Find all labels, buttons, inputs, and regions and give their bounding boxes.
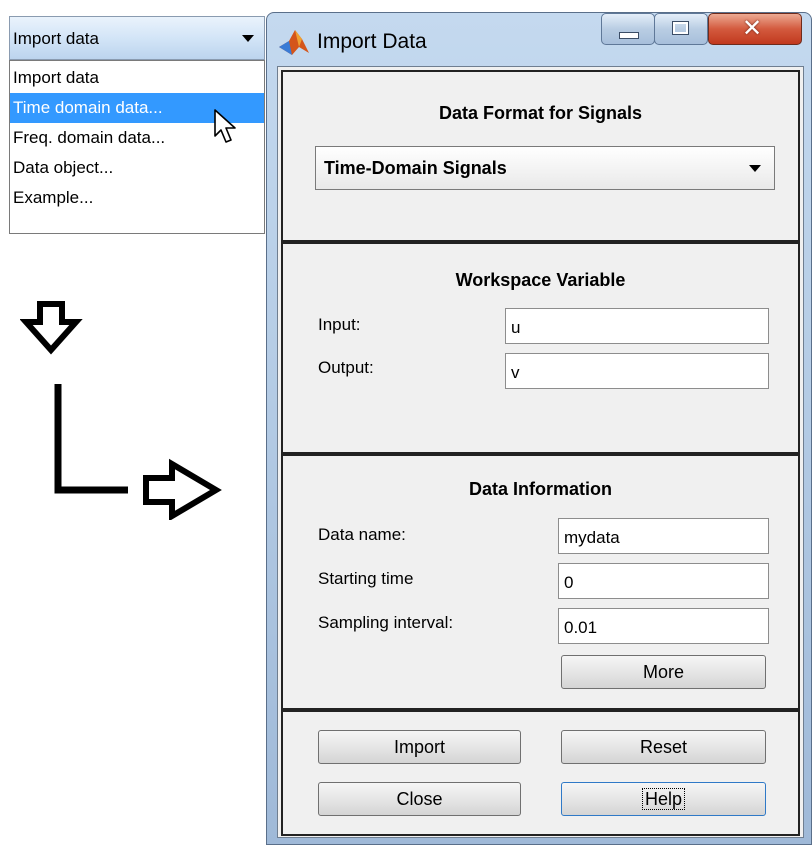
sampling-interval-value: 0.01	[564, 618, 598, 637]
help-button[interactable]: Help	[561, 782, 766, 816]
data-name-field[interactable]: mydata	[558, 518, 769, 554]
import-button[interactable]: Import	[318, 730, 521, 764]
close-icon: ✕	[742, 15, 763, 42]
help-button-label: Help	[641, 788, 686, 810]
close-button[interactable]: Close	[318, 782, 521, 816]
data-format-heading: Data Format for Signals	[438, 103, 643, 123]
flow-arrows-icon	[20, 301, 222, 520]
input-variable-field[interactable]: u	[505, 308, 769, 344]
dropdown-options-list: Import data Time domain data... Freq. do…	[9, 60, 265, 234]
window-title: Import Data	[317, 30, 427, 53]
reset-button-label: Reset	[639, 737, 688, 757]
dropdown-selected-value: Import data	[13, 29, 99, 48]
format-select-button[interactable]	[740, 153, 770, 183]
data-information-heading: Data Information	[468, 479, 612, 499]
data-name-value: mydata	[564, 528, 620, 547]
sampling-interval-field[interactable]: 0.01	[558, 608, 769, 644]
maximize-icon	[672, 21, 689, 35]
actions-panel	[281, 710, 800, 836]
output-label: Output:	[318, 358, 374, 377]
input-variable-value: u	[511, 318, 521, 337]
starting-time-field[interactable]: 0	[558, 563, 769, 599]
dropdown-option-import-data[interactable]: Import data	[10, 63, 264, 93]
signal-format-value: Time-Domain Signals	[324, 158, 507, 178]
chevron-down-icon	[749, 165, 761, 172]
sampling-interval-label: Sampling interval:	[318, 613, 454, 632]
reset-button[interactable]: Reset	[561, 730, 766, 764]
more-button-label: More	[642, 662, 684, 682]
chevron-down-icon[interactable]	[242, 35, 254, 42]
workspace-variable-heading: Workspace Variable	[455, 270, 626, 290]
starting-time-value: 0	[564, 573, 574, 592]
minimize-button[interactable]	[601, 13, 655, 45]
starting-time-label: Starting time	[318, 569, 414, 588]
mouse-pointer-icon	[214, 109, 236, 143]
data-source-dropdown[interactable]: Import data	[9, 16, 265, 60]
dropdown-option-example[interactable]: Example...	[10, 183, 264, 213]
input-label: Input:	[318, 315, 361, 334]
output-variable-value: v	[511, 363, 520, 382]
data-name-label: Data name:	[318, 525, 406, 544]
signal-format-select[interactable]: Time-Domain Signals	[315, 146, 775, 190]
output-variable-field[interactable]: v	[505, 353, 769, 389]
dropdown-option-data-object[interactable]: Data object...	[10, 153, 264, 183]
more-button[interactable]: More	[561, 655, 766, 689]
minimize-icon	[619, 32, 639, 39]
close-button-label: Close	[396, 789, 443, 809]
import-button-label: Import	[393, 737, 445, 757]
matlab-logo-icon	[279, 30, 309, 55]
